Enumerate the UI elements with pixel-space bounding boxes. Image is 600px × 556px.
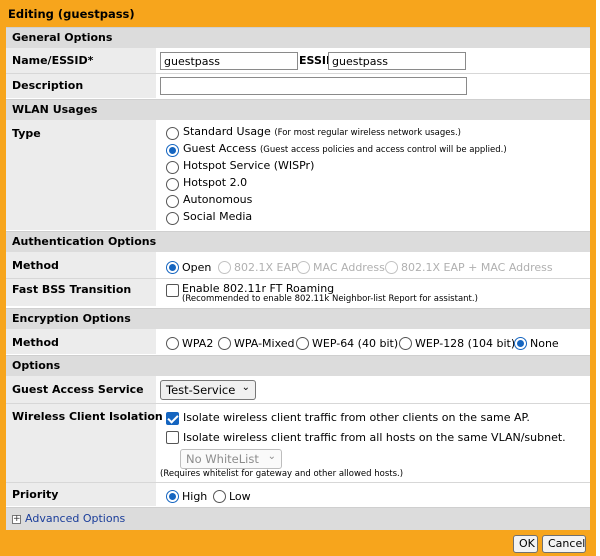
priority-low-radio[interactable] xyxy=(213,490,226,503)
advanced-options-link[interactable]: Advanced Options xyxy=(25,512,125,525)
type-hotspot20-radio[interactable] xyxy=(166,178,179,191)
auth-eap-radio xyxy=(218,261,231,274)
auth-method-label: Method xyxy=(12,259,59,272)
priority-high-radio[interactable] xyxy=(166,490,179,503)
ok-button[interactable]: OK xyxy=(513,535,538,553)
isolation-vlan-checkbox[interactable] xyxy=(166,431,179,444)
auth-eap-mac-option: 802.1X EAP + MAC Address xyxy=(401,261,553,274)
type-standard-option[interactable]: Standard Usage (For most regular wireles… xyxy=(183,125,461,138)
type-hotspot-wispr-radio[interactable] xyxy=(166,161,179,174)
row-divider xyxy=(6,73,590,74)
auth-mac-radio xyxy=(297,261,310,274)
dialog-body: General Options Name/ESSID* ESSID Descri… xyxy=(6,27,590,530)
description-label: Description xyxy=(12,79,84,92)
type-label: Type xyxy=(12,127,41,140)
enc-wep64-radio[interactable] xyxy=(296,337,309,350)
type-social-media-option[interactable]: Social Media xyxy=(183,210,252,223)
description-input[interactable] xyxy=(160,77,467,95)
type-standard-radio[interactable] xyxy=(166,127,179,140)
fbt-checkbox[interactable] xyxy=(166,284,179,297)
type-hotspot-wispr-option[interactable]: Hotspot Service (WISPr) xyxy=(183,159,314,172)
enc-wpa2-radio[interactable] xyxy=(166,337,179,350)
type-guest-access-option[interactable]: Guest Access (Guest access policies and … xyxy=(183,142,507,155)
type-guest-access-radio[interactable] xyxy=(166,144,179,157)
chevron-down-icon: ⌄ xyxy=(267,451,276,462)
advanced-options-toggle[interactable]: + Advanced Options xyxy=(6,507,590,530)
enc-none-radio[interactable] xyxy=(514,337,527,350)
section-authentication-options: Authentication Options xyxy=(6,231,590,252)
cancel-button[interactable]: Cancel xyxy=(542,535,586,553)
auth-mac-option: MAC Address xyxy=(313,261,385,274)
type-hotspot20-option[interactable]: Hotspot 2.0 xyxy=(183,176,247,189)
isolation-vlan-option[interactable]: Isolate wireless client traffic from all… xyxy=(183,431,566,444)
type-social-media-radio[interactable] xyxy=(166,212,179,225)
enc-wpa-mixed-option[interactable]: WPA-Mixed xyxy=(234,337,295,350)
dialog-title: Editing (guestpass) xyxy=(8,7,135,21)
isolation-ap-checkbox[interactable] xyxy=(166,412,179,425)
row-divider xyxy=(6,278,590,279)
auth-eap-option: 802.1X EAP xyxy=(234,261,298,274)
row-divider xyxy=(6,482,590,483)
auth-open-option[interactable]: Open xyxy=(182,261,211,274)
expand-plus-icon: + xyxy=(12,514,21,524)
enc-wep128-radio[interactable] xyxy=(399,337,412,350)
enc-wep128-option[interactable]: WEP-128 (104 bit) xyxy=(415,337,515,350)
row-divider xyxy=(6,403,590,404)
guest-service-label: Guest Access Service xyxy=(12,383,144,396)
section-wlan-usages: WLAN Usages xyxy=(6,99,590,120)
enc-none-option[interactable]: None xyxy=(530,337,559,350)
chevron-down-icon: ⌄ xyxy=(241,382,250,393)
enc-wpa2-option[interactable]: WPA2 xyxy=(182,337,213,350)
enc-wpa-mixed-radio[interactable] xyxy=(218,337,231,350)
whitelist-select: No WhiteList ⌄ xyxy=(180,449,282,469)
whitelist-value: No WhiteList xyxy=(186,452,259,466)
fbt-label: Fast BSS Transition xyxy=(12,283,132,296)
encryption-method-label: Method xyxy=(12,336,59,349)
auth-open-radio[interactable] xyxy=(166,261,179,274)
priority-high-option[interactable]: High xyxy=(182,490,207,503)
fbt-note: (Recommended to enable 802.11k Neighbor-… xyxy=(182,294,478,304)
section-options: Options xyxy=(6,355,590,376)
guest-service-value: Test-Service xyxy=(166,383,236,397)
name-essid-label: Name/ESSID* xyxy=(12,54,94,67)
edit-wlan-dialog: Editing (guestpass) General Options Name… xyxy=(0,0,596,556)
section-general-options: General Options xyxy=(6,27,590,48)
guest-service-select[interactable]: Test-Service ⌄ xyxy=(160,380,256,400)
section-encryption-options: Encryption Options xyxy=(6,308,590,329)
priority-low-option[interactable]: Low xyxy=(229,490,251,503)
name-input[interactable] xyxy=(160,52,298,70)
whitelist-note: (Requires whitelist for gateway and othe… xyxy=(160,469,404,479)
priority-label: Priority xyxy=(12,488,59,501)
essid-input[interactable] xyxy=(328,52,466,70)
enc-wep64-option[interactable]: WEP-64 (40 bit) xyxy=(312,337,398,350)
type-autonomous-radio[interactable] xyxy=(166,195,179,208)
auth-eap-mac-radio xyxy=(385,261,398,274)
isolation-ap-option[interactable]: Isolate wireless client traffic from oth… xyxy=(183,411,530,424)
type-autonomous-option[interactable]: Autonomous xyxy=(183,193,252,206)
isolation-label: Wireless Client Isolation xyxy=(12,410,163,423)
